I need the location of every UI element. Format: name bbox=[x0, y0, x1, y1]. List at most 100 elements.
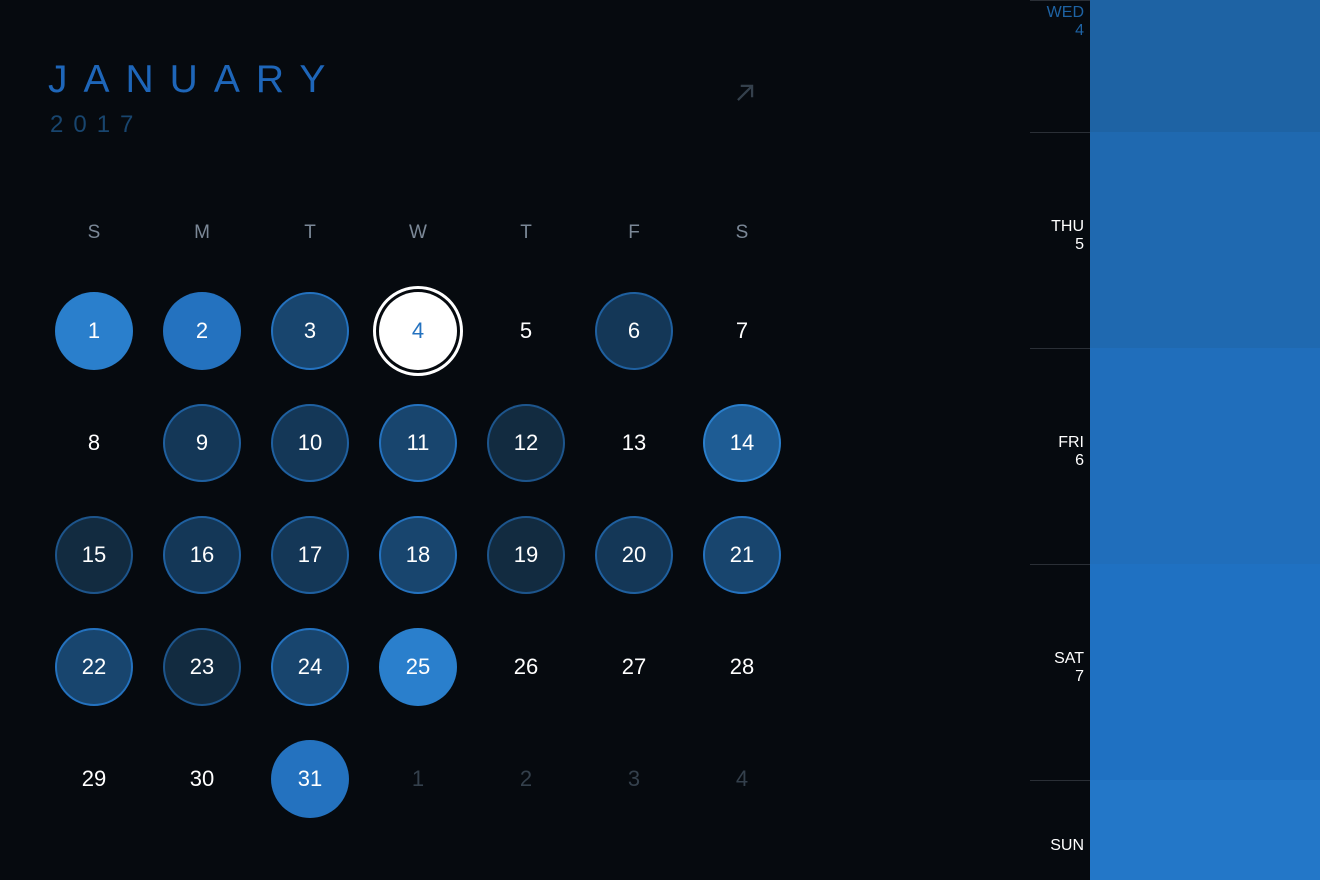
day-chip[interactable]: 2 bbox=[163, 292, 241, 370]
day-chip[interactable]: 3 bbox=[595, 740, 673, 818]
agenda-divider bbox=[1030, 564, 1090, 565]
agenda-band[interactable] bbox=[1090, 780, 1320, 880]
weekday-label: F bbox=[580, 222, 688, 244]
day-cell[interactable]: 6 bbox=[580, 292, 688, 370]
day-cell[interactable]: 13 bbox=[580, 404, 688, 482]
day-cell[interactable]: 11 bbox=[364, 404, 472, 482]
day-cell[interactable]: 1 bbox=[364, 740, 472, 818]
day-chip[interactable]: 31 bbox=[271, 740, 349, 818]
day-cell[interactable]: 25 bbox=[364, 628, 472, 706]
day-cell[interactable]: 24 bbox=[256, 628, 364, 706]
day-chip[interactable]: 19 bbox=[487, 516, 565, 594]
day-chip[interactable]: 30 bbox=[163, 740, 241, 818]
day-cell[interactable]: 12 bbox=[472, 404, 580, 482]
day-cell[interactable]: 20 bbox=[580, 516, 688, 594]
agenda-day-label[interactable]: WED4 bbox=[1030, 4, 1084, 40]
day-chip[interactable]: 28 bbox=[703, 628, 781, 706]
day-chip[interactable]: 27 bbox=[595, 628, 673, 706]
day-cell[interactable]: 9 bbox=[148, 404, 256, 482]
day-cell[interactable]: 3 bbox=[580, 740, 688, 818]
agenda-day-label[interactable]: THU5 bbox=[1030, 218, 1084, 254]
day-chip[interactable]: 23 bbox=[163, 628, 241, 706]
agenda-band[interactable] bbox=[1090, 564, 1320, 780]
day-cell[interactable]: 4 bbox=[364, 292, 472, 370]
day-cell[interactable]: 18 bbox=[364, 516, 472, 594]
agenda-day-number: 7 bbox=[1030, 668, 1084, 686]
day-chip[interactable]: 13 bbox=[595, 404, 673, 482]
day-cell[interactable]: 16 bbox=[148, 516, 256, 594]
day-cell[interactable]: 17 bbox=[256, 516, 364, 594]
day-cell[interactable]: 1 bbox=[40, 292, 148, 370]
day-cell[interactable]: 8 bbox=[40, 404, 148, 482]
agenda-day-label[interactable]: SAT7 bbox=[1030, 650, 1084, 686]
day-chip[interactable]: 17 bbox=[271, 516, 349, 594]
agenda-day-label[interactable]: FRI6 bbox=[1030, 434, 1084, 470]
day-chip[interactable]: 3 bbox=[271, 292, 349, 370]
agenda-day-label[interactable]: SUN bbox=[1030, 837, 1084, 855]
day-cell[interactable]: 31 bbox=[256, 740, 364, 818]
agenda-divider bbox=[1030, 348, 1090, 349]
day-chip[interactable]: 15 bbox=[55, 516, 133, 594]
day-cell[interactable]: 29 bbox=[40, 740, 148, 818]
day-chip[interactable]: 8 bbox=[55, 404, 133, 482]
day-chip[interactable]: 24 bbox=[271, 628, 349, 706]
agenda-divider bbox=[1030, 0, 1090, 1]
day-chip[interactable]: 21 bbox=[703, 516, 781, 594]
day-chip-today[interactable]: 4 bbox=[379, 292, 457, 370]
agenda-day-number: 4 bbox=[1030, 22, 1084, 40]
day-chip[interactable]: 25 bbox=[379, 628, 457, 706]
day-chip[interactable]: 11 bbox=[379, 404, 457, 482]
day-chip[interactable]: 10 bbox=[271, 404, 349, 482]
day-cell[interactable]: 27 bbox=[580, 628, 688, 706]
day-chip[interactable]: 1 bbox=[55, 292, 133, 370]
month-title: JANUARY bbox=[48, 60, 910, 101]
day-cell[interactable]: 15 bbox=[40, 516, 148, 594]
day-cell[interactable]: 22 bbox=[40, 628, 148, 706]
day-cell[interactable]: 14 bbox=[688, 404, 796, 482]
day-cell[interactable]: 28 bbox=[688, 628, 796, 706]
day-chip[interactable]: 26 bbox=[487, 628, 565, 706]
day-cell[interactable]: 26 bbox=[472, 628, 580, 706]
day-chip[interactable]: 7 bbox=[703, 292, 781, 370]
agenda-band[interactable] bbox=[1090, 132, 1320, 348]
day-cell[interactable]: 23 bbox=[148, 628, 256, 706]
expand-icon[interactable] bbox=[728, 76, 762, 110]
day-chip[interactable]: 6 bbox=[595, 292, 673, 370]
day-chip[interactable]: 1 bbox=[379, 740, 457, 818]
day-chip[interactable]: 20 bbox=[595, 516, 673, 594]
day-chip[interactable]: 4 bbox=[703, 740, 781, 818]
day-chip[interactable]: 18 bbox=[379, 516, 457, 594]
day-cell[interactable]: 3 bbox=[256, 292, 364, 370]
day-chip[interactable]: 9 bbox=[163, 404, 241, 482]
agenda-divider bbox=[1030, 132, 1090, 133]
day-cell[interactable]: 4 bbox=[688, 740, 796, 818]
day-cell[interactable]: 7 bbox=[688, 292, 796, 370]
weekday-label: M bbox=[148, 222, 256, 244]
day-cell[interactable]: 19 bbox=[472, 516, 580, 594]
day-cell[interactable]: 2 bbox=[148, 292, 256, 370]
day-chip[interactable]: 5 bbox=[487, 292, 565, 370]
day-chip[interactable]: 14 bbox=[703, 404, 781, 482]
weekday-label: T bbox=[256, 222, 364, 244]
day-cell[interactable]: 2 bbox=[472, 740, 580, 818]
day-chip[interactable]: 16 bbox=[163, 516, 241, 594]
agenda-day-weekday: THU bbox=[1030, 218, 1084, 236]
day-cell[interactable]: 30 bbox=[148, 740, 256, 818]
calendar-month-view: JANUARY 2017 S M T W T F S 1234567891011… bbox=[0, 0, 1030, 880]
day-cell[interactable]: 5 bbox=[472, 292, 580, 370]
agenda-day-weekday: SAT bbox=[1030, 650, 1084, 668]
calendar-header: JANUARY 2017 bbox=[48, 60, 1030, 180]
day-cell[interactable]: 10 bbox=[256, 404, 364, 482]
agenda-day-weekday: SUN bbox=[1030, 837, 1084, 855]
day-chip[interactable]: 22 bbox=[55, 628, 133, 706]
weekday-label: S bbox=[40, 222, 148, 244]
day-cell[interactable]: 21 bbox=[688, 516, 796, 594]
agenda-divider bbox=[1030, 780, 1090, 781]
agenda-strip[interactable]: WED4 THU5 FRI6 SAT7 SUN bbox=[1030, 0, 1320, 880]
agenda-day-weekday: FRI bbox=[1030, 434, 1084, 452]
day-chip[interactable]: 29 bbox=[55, 740, 133, 818]
agenda-band[interactable] bbox=[1090, 348, 1320, 564]
agenda-band[interactable] bbox=[1090, 0, 1320, 132]
day-chip[interactable]: 12 bbox=[487, 404, 565, 482]
day-chip[interactable]: 2 bbox=[487, 740, 565, 818]
